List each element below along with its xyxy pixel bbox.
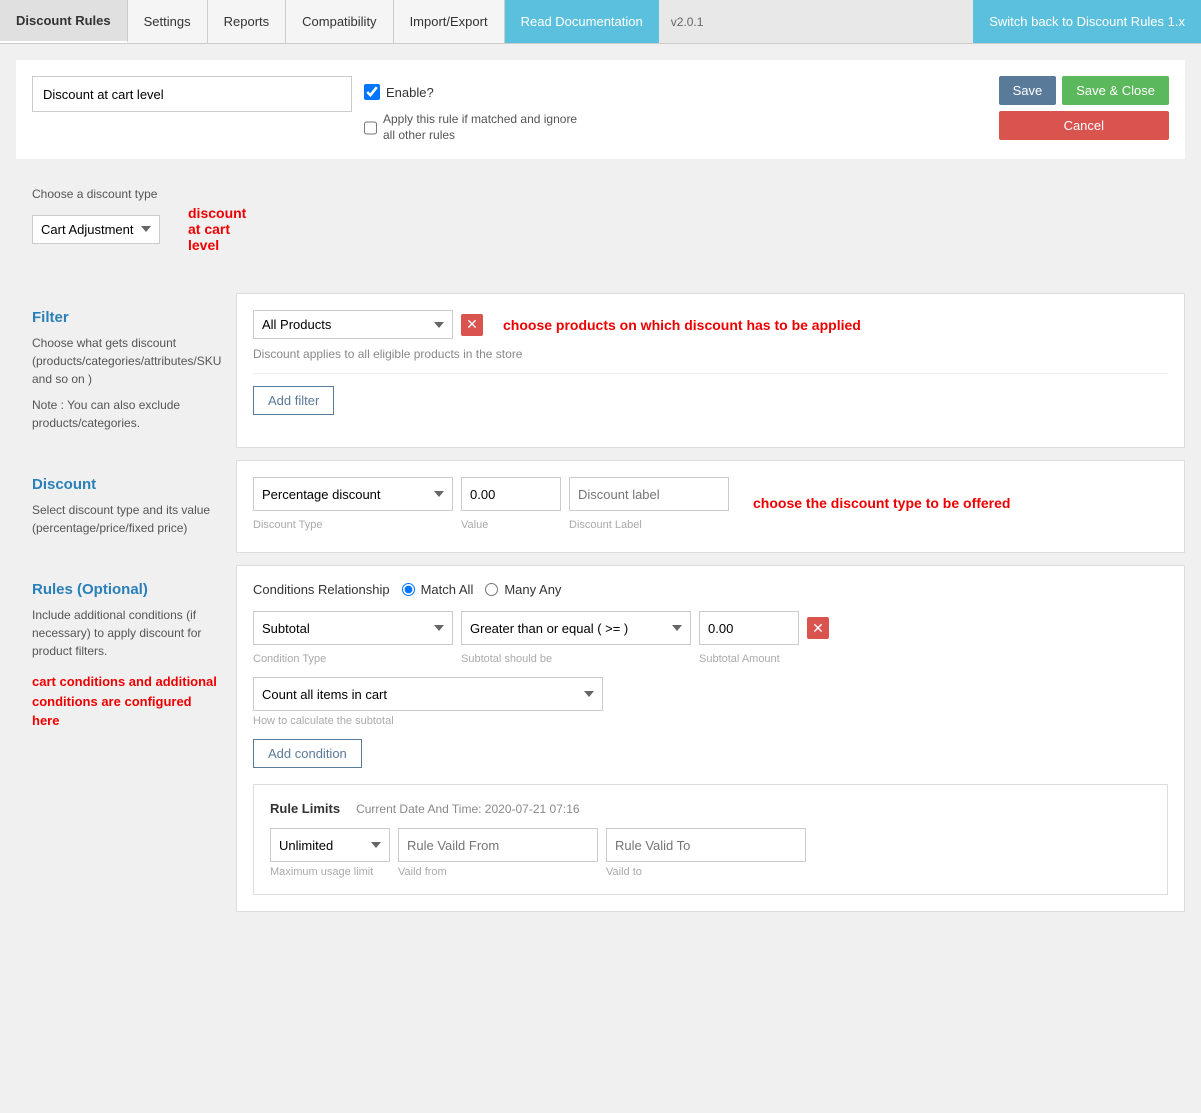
top-navigation: Discount Rules Settings Reports Compatib… [0, 0, 1201, 44]
cancel-button[interactable]: Cancel [999, 111, 1169, 140]
tab-settings[interactable]: Settings [128, 0, 208, 43]
conditions-relationship-label: Conditions Relationship [253, 582, 390, 597]
enable-section: Enable? [364, 84, 584, 100]
rules-right: Conditions Relationship Match All Many A… [236, 565, 1185, 912]
remove-condition-button[interactable]: ✕ [807, 617, 829, 639]
discount-value-field [461, 477, 561, 511]
tab-reports[interactable]: Reports [208, 0, 287, 43]
subtotal-how-select[interactable]: Count all items in cart Count unique ite… [253, 677, 603, 711]
action-buttons: Save Save & Close Cancel [999, 76, 1169, 140]
discount-type-label: Discount Type [253, 519, 453, 531]
match-all-radio-input[interactable] [402, 583, 415, 596]
condition-labels: Condition Type Subtotal should be Subtot… [253, 653, 1168, 665]
filter-annotation: choose products on which discount has to… [503, 317, 861, 333]
all-products-select[interactable]: All Products Specific Products Specific … [253, 310, 453, 339]
condition-type-select[interactable]: Subtotal Total Items Weight Payment Meth… [253, 611, 453, 645]
filter-desc: Choose what gets discount (products/cate… [32, 334, 220, 388]
filter-right: All Products Specific Products Specific … [236, 293, 1185, 448]
save-button[interactable]: Save [999, 76, 1057, 105]
filter-row: All Products Specific Products Specific … [253, 310, 1168, 339]
valid-to-label: Vaild to [606, 866, 806, 878]
discount-type-row: Choose a discount type Cart Adjustment P… [32, 187, 220, 253]
condition-op-select[interactable]: Greater than or equal ( >= ) Less than o… [461, 611, 691, 645]
max-usage-label: Maximum usage limit [270, 866, 390, 878]
tab-import-export[interactable]: Import/Export [394, 0, 505, 43]
match-all-label: Match All [421, 582, 474, 597]
version-label: v2.0.1 [659, 15, 716, 29]
condition-row: Subtotal Total Items Weight Payment Meth… [253, 611, 1168, 645]
valid-from-input[interactable] [398, 828, 598, 862]
enable-checkbox[interactable] [364, 84, 380, 100]
apply-rule-label: Apply this rule if matched and ignore al… [383, 112, 584, 143]
discount-section: Discount Select discount type and its va… [16, 460, 1185, 553]
limit-select[interactable]: Unlimited Limited [270, 828, 390, 862]
subtotal-should-be-label: Subtotal should be [461, 653, 691, 665]
filter-section: Filter Choose what gets discount (produc… [16, 293, 1185, 448]
many-any-radio: Many Any [485, 582, 561, 597]
match-all-radio: Match All [402, 582, 474, 597]
value-label: Value [461, 519, 561, 531]
discount-annotation: choose the discount type to be offered [753, 495, 1010, 511]
discount-label-label: Discount Label [569, 519, 729, 531]
tab-discount-rules[interactable]: Discount Rules [0, 0, 128, 43]
rule-name-input[interactable] [32, 76, 352, 112]
many-any-label: Many Any [504, 582, 561, 597]
rule-limits-fields: Unlimited Limited [270, 828, 1151, 862]
discount-title: Discount [32, 476, 220, 493]
rule-limits-section: Rule Limits Current Date And Time: 2020-… [253, 784, 1168, 895]
discount-type-field: Percentage discount Fixed discount Price… [253, 477, 453, 511]
rule-limits-title: Rule Limits [270, 801, 340, 816]
valid-to-input[interactable] [606, 828, 806, 862]
discount-label-field [569, 477, 729, 511]
discount-type-left: Choose a discount type Cart Adjustment P… [16, 171, 236, 281]
discount-type-select[interactable]: Cart Adjustment Percentage Fixed Price [32, 215, 160, 244]
rules-annotation: cart conditions and additional condition… [32, 672, 220, 731]
filter-note: Discount applies to all eligible product… [253, 347, 1168, 361]
btn-row-top: Save Save & Close [999, 76, 1169, 105]
tab-read-documentation[interactable]: Read Documentation [505, 0, 659, 43]
discount-fields-row: Percentage discount Fixed discount Price… [253, 477, 1168, 511]
subtotal-how-label: How to calculate the subtotal [253, 715, 1168, 727]
filter-left: Filter Choose what gets discount (produc… [16, 293, 236, 448]
subtotal-how-row: Count all items in cart Count unique ite… [253, 677, 1168, 727]
discount-type-annotation: discount at cart level [188, 205, 246, 253]
discount-desc: Select discount type and its value (perc… [32, 501, 220, 537]
discount-type-label: Choose a discount type [32, 187, 220, 201]
discount-value-input[interactable] [461, 477, 561, 511]
apply-rule-checkbox[interactable] [364, 120, 377, 136]
filter-title: Filter [32, 309, 220, 326]
discount-type-section: Choose a discount type Cart Adjustment P… [16, 171, 1185, 281]
condition-type-label: Condition Type [253, 653, 453, 665]
form-middle: Enable? Apply this rule if matched and i… [364, 76, 584, 143]
discount-label-input[interactable] [569, 477, 729, 511]
discount-type-dropdown[interactable]: Percentage discount Fixed discount Price… [253, 477, 453, 511]
rule-limits-labels: Maximum usage limit Vaild from Vaild to [270, 866, 1151, 878]
discount-right: Percentage discount Fixed discount Price… [236, 460, 1185, 553]
apply-rule-section: Apply this rule if matched and ignore al… [364, 112, 584, 143]
rules-title: Rules (Optional) [32, 581, 220, 598]
discount-left: Discount Select discount type and its va… [16, 460, 236, 553]
remove-filter-button[interactable]: ✕ [461, 314, 483, 336]
tab-compatibility[interactable]: Compatibility [286, 0, 393, 43]
rules-left: Rules (Optional) Include additional cond… [16, 565, 236, 912]
valid-from-label: Vaild from [398, 866, 598, 878]
subtotal-amount-label: Subtotal Amount [699, 653, 799, 665]
form-top-row: Enable? Apply this rule if matched and i… [16, 60, 1185, 159]
add-condition-button[interactable]: Add condition [253, 739, 362, 768]
filter-note2: Note : You can also exclude products/cat… [32, 396, 220, 432]
switch-back-button[interactable]: Switch back to Discount Rules 1.x [973, 0, 1201, 43]
add-filter-button[interactable]: Add filter [253, 386, 334, 415]
main-content: Enable? Apply this rule if matched and i… [0, 44, 1201, 940]
rules-desc: Include additional conditions (if necess… [32, 606, 220, 660]
condition-amount-input[interactable] [699, 611, 799, 645]
discount-field-labels: Discount Type Value Discount Label [253, 515, 1168, 531]
enable-label: Enable? [386, 85, 434, 100]
save-close-button[interactable]: Save & Close [1062, 76, 1169, 105]
conditions-relationship: Conditions Relationship Match All Many A… [253, 582, 1168, 597]
many-any-radio-input[interactable] [485, 583, 498, 596]
rule-limits-header: Rule Limits Current Date And Time: 2020-… [270, 801, 1151, 816]
current-date: Current Date And Time: 2020-07-21 07:16 [356, 802, 579, 816]
rules-section: Rules (Optional) Include additional cond… [16, 565, 1185, 912]
